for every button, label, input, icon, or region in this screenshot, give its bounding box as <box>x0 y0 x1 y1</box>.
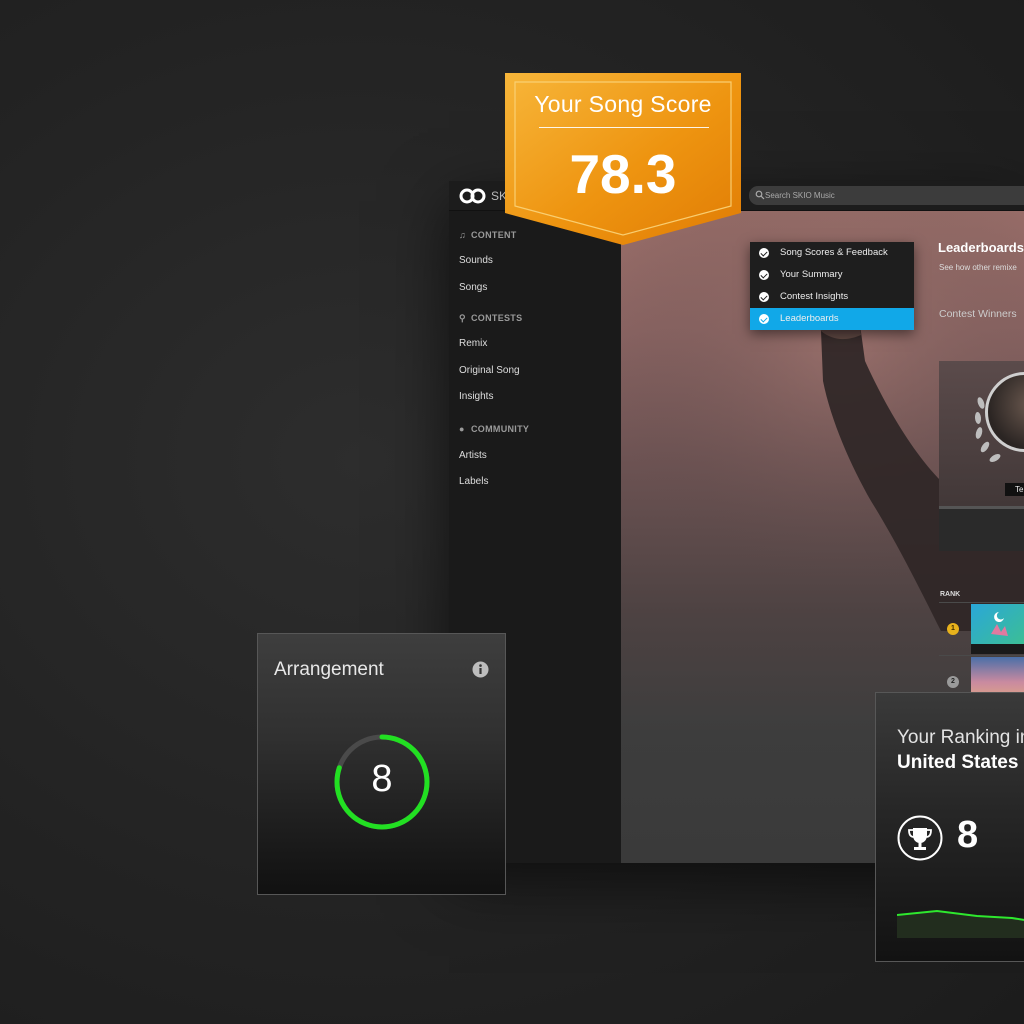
song-score-title: Your Song Score <box>534 91 712 117</box>
insights-dropdown-menu: Song Scores & Feedback Your Summary Cont… <box>750 242 914 330</box>
section-title: CONTESTS <box>471 313 523 323</box>
winner-name: Te <box>1005 483 1024 496</box>
section-title: COMMUNITY <box>471 424 530 434</box>
check-circle-icon <box>759 270 769 280</box>
menu-item-label: Your Summary <box>780 269 843 280</box>
rank-column-header: RANK <box>940 591 961 598</box>
menu-item-leaderboards[interactable]: Leaderboards <box>750 308 914 330</box>
table-row[interactable]: 1 <box>939 602 1024 654</box>
sidebar-item-artists[interactable]: Artists <box>459 450 487 461</box>
menu-item-contest-insights[interactable]: Contest Insights <box>750 286 914 308</box>
menu-item-label: Leaderboards <box>780 313 839 324</box>
sidebar-section-contests: ⚲ CONTESTS <box>459 313 522 324</box>
leaderboard-title: Leaderboards <box>938 240 1024 255</box>
leaderboard-subtitle: See how other remixe <box>939 263 1017 272</box>
winner-pedestal <box>939 506 1024 551</box>
ranking-card: Your Ranking in United States 8 <box>875 692 1024 962</box>
skio-logo-icon <box>459 188 486 204</box>
ranking-country: United States <box>897 752 1019 773</box>
sidebar-item-insights[interactable]: Insights <box>459 391 493 402</box>
arrangement-score: 8 <box>371 758 393 800</box>
sidebar-item-remix[interactable]: Remix <box>459 338 487 349</box>
sidebar-item-songs[interactable]: Songs <box>459 282 487 293</box>
search-input[interactable]: Search SKIO Music <box>749 186 1024 205</box>
info-icon[interactable] <box>472 661 489 678</box>
ranking-trend-chart <box>897 909 1024 938</box>
search-icon <box>755 190 765 200</box>
sidebar-item-sounds[interactable]: Sounds <box>459 255 493 266</box>
sidebar-item-labels[interactable]: Labels <box>459 476 488 487</box>
ranking-title: Your Ranking in <box>897 727 1024 748</box>
ranking-value: 8 <box>957 814 979 856</box>
globe-icon: ● <box>459 424 465 434</box>
song-thumbnail <box>971 604 1024 654</box>
badge-divider <box>539 127 709 128</box>
menu-item-song-scores[interactable]: Song Scores & Feedback <box>750 242 914 264</box>
trophy-icon <box>897 815 943 861</box>
rank-medal: 1 <box>947 623 959 635</box>
menu-item-label: Song Scores & Feedback <box>780 247 888 258</box>
check-circle-icon <box>759 314 769 324</box>
arrangement-title: Arrangement <box>274 659 384 680</box>
trophy-small-icon: ⚲ <box>459 313 466 323</box>
song-score-value: 78.3 <box>569 143 677 205</box>
rank-medal: 2 <box>947 676 959 688</box>
arrangement-card: Arrangement 8 <box>257 633 506 895</box>
menu-item-your-summary[interactable]: Your Summary <box>750 264 914 286</box>
contest-winners-tab[interactable]: Contest Winners <box>939 308 1017 320</box>
check-circle-icon <box>759 248 769 258</box>
menu-item-label: Contest Insights <box>780 291 849 302</box>
music-note-icon: ♫ <box>459 230 467 240</box>
sidebar-item-original-song[interactable]: Original Song <box>459 365 520 376</box>
check-circle-icon <box>759 292 769 302</box>
sidebar-section-community: ● COMMUNITY <box>459 424 529 434</box>
